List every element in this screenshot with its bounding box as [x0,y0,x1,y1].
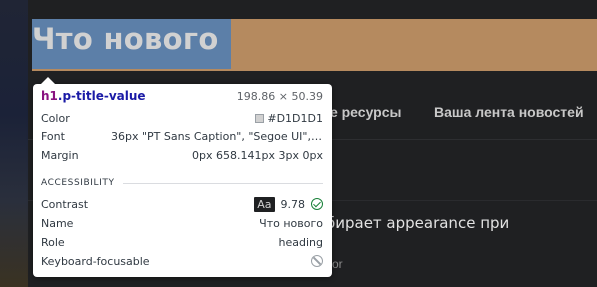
name-row: Name Что нового [41,215,323,231]
contrast-sample-chip: Aa [254,196,275,212]
role-value: heading [278,235,323,249]
devtools-inspect-tooltip: h1.p-title-value 198.86 × 50.39 Color #D… [33,77,332,277]
role-row: Role heading [41,234,323,250]
contrast-row: Contrast Aa 9.78 [41,196,323,212]
name-value: Что нового [259,216,323,230]
element-class: .p-title-value [57,89,146,103]
element-selector: h1.p-title-value [41,89,146,103]
element-tag: h1 [41,89,58,103]
name-label: Name [41,216,74,230]
color-value: #D1D1D1 [267,111,323,125]
keyboard-focusable-row: Keyboard-focusable [41,253,323,269]
color-label: Color [41,111,70,125]
blocked-icon [311,255,323,267]
nav-item-news-feed[interactable]: Ваша лента новостей [434,104,584,126]
role-label: Role [41,235,65,249]
margin-row: Margin 0px 658.141px 3px 0px [41,147,323,163]
contrast-label: Contrast [41,197,89,211]
margin-value: 0px 658.141px 3px 0px [192,148,323,162]
accessibility-heading: ACCESSIBILITY [41,178,115,188]
font-label: Font [41,129,65,143]
tooltip-header: h1.p-title-value 198.86 × 50.39 [41,88,323,104]
margin-highlight [231,19,597,71]
keyboard-focusable-label: Keyboard-focusable [41,254,150,268]
page-title: Что нового [32,22,219,56]
margin-label: Margin [41,148,79,162]
contrast-value: 9.78 [280,197,306,211]
font-row: Font 36px "PT Sans Caption", "Segoe UI",… [41,128,323,144]
thread-title-link[interactable]: збирает appearance при [318,214,509,232]
background-artwork [0,0,28,287]
section-divider [122,182,323,184]
color-value-wrap: #D1D1D1 [255,112,323,125]
color-row: Color #D1D1D1 [41,110,323,126]
contrast-value-wrap: Aa 9.78 [254,196,323,212]
color-swatch-icon [255,113,265,123]
element-dimensions: 198.86 × 50.39 [236,89,323,103]
check-circle-icon [311,198,323,210]
accessibility-section-header: ACCESSIBILITY [41,176,323,190]
font-value: 36px "PT Sans Caption", "Segoe UI", sans… [111,129,323,143]
margin-highlight-bottom [32,69,231,71]
